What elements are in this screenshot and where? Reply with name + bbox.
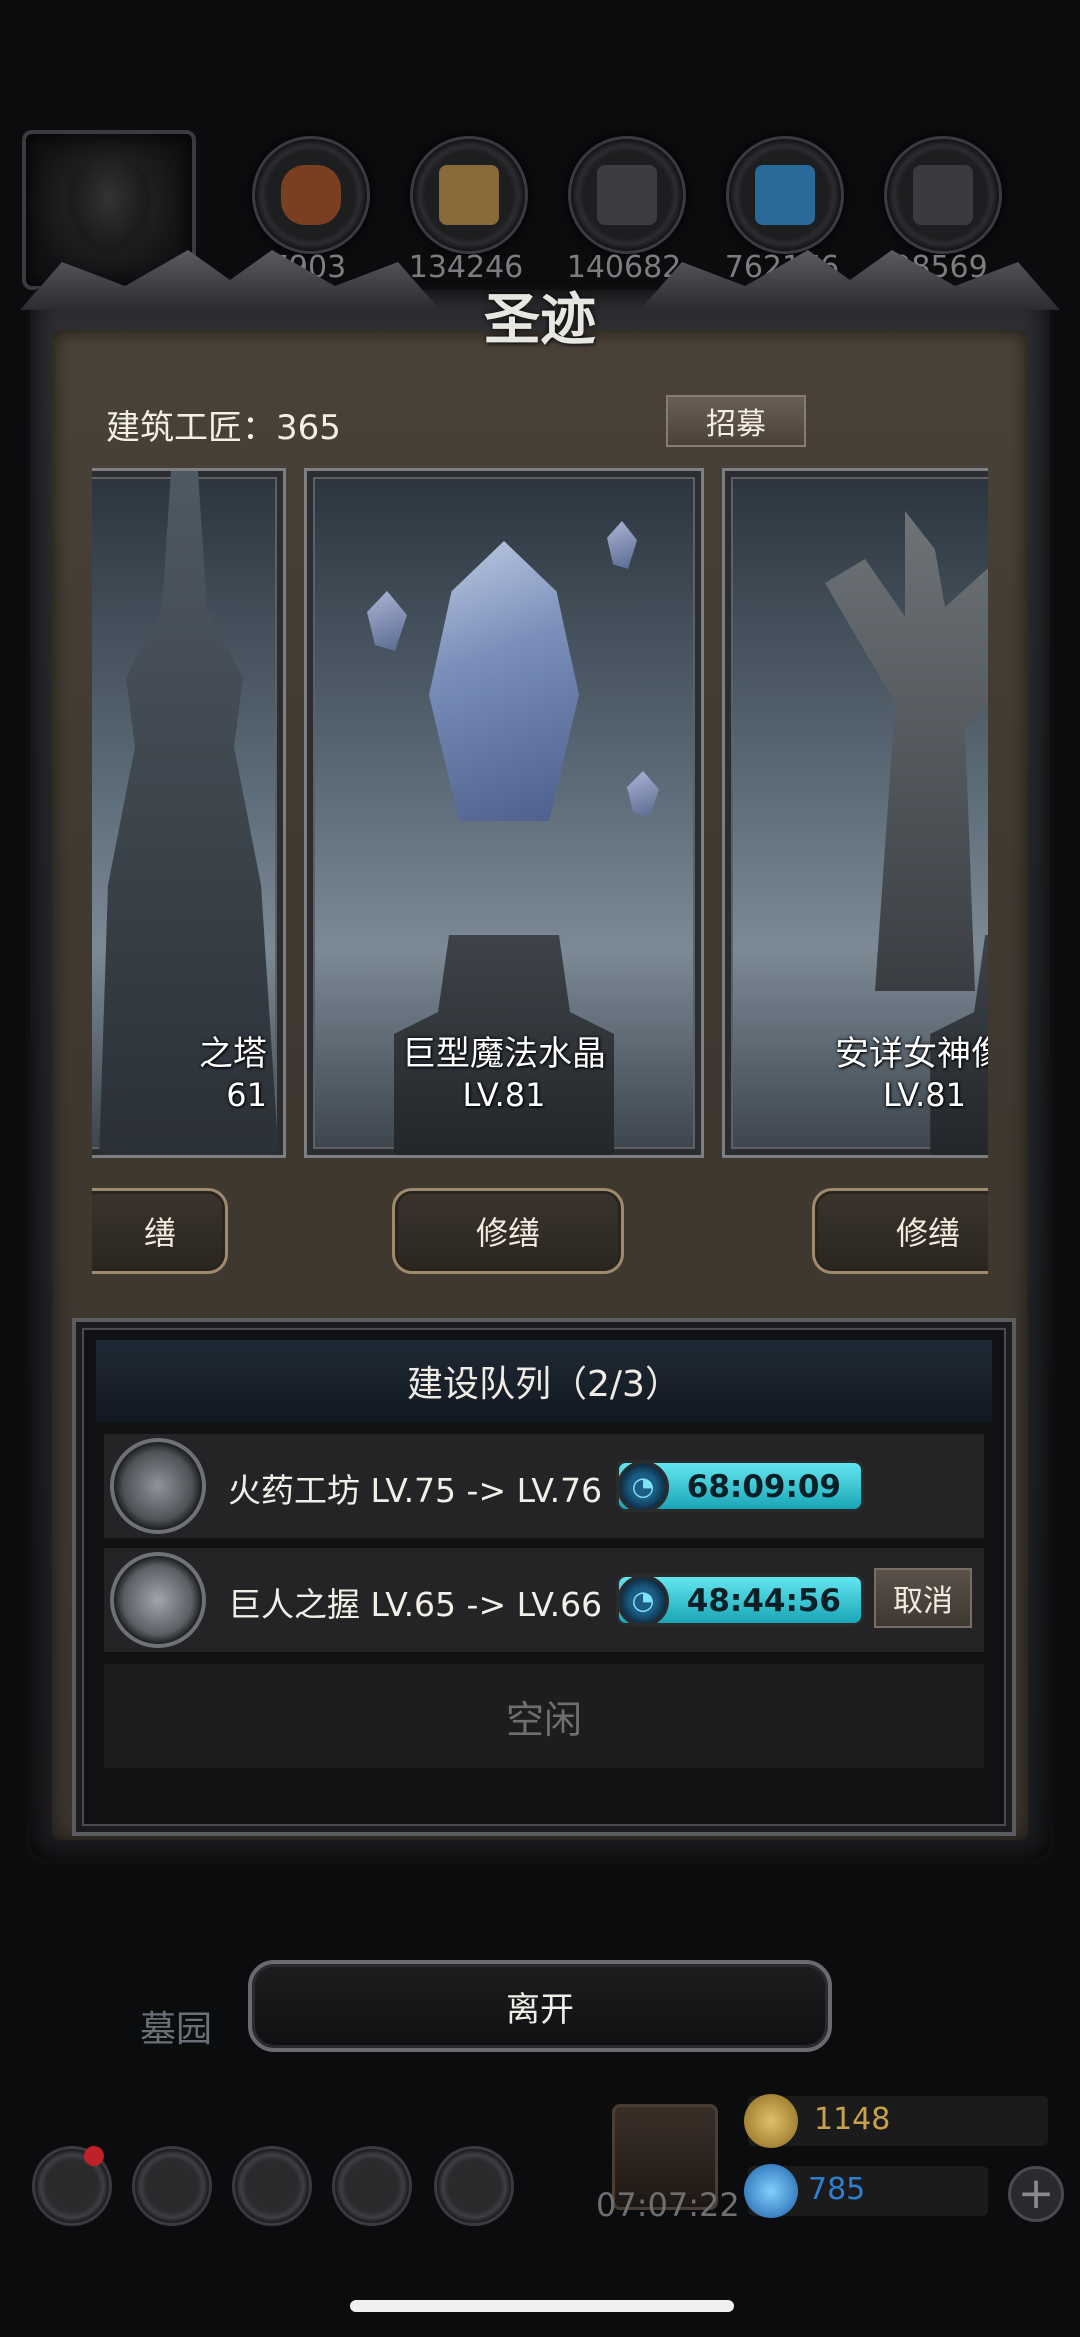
hero-shield-icon[interactable] bbox=[132, 2146, 212, 2226]
queue-item: 火药工坊 LV.75 -> LV.76 ◔ 68:09:09 bbox=[104, 1434, 984, 1538]
queue-item-text: 巨人之握 LV.65 -> LV.66 bbox=[228, 1585, 603, 1624]
cancel-button[interactable]: 取消 bbox=[874, 1568, 972, 1628]
gold-coin-icon bbox=[744, 2094, 798, 2148]
queue-timer-value: 68:09:09 bbox=[686, 1469, 841, 1505]
gift-timer: 07:07:22 bbox=[596, 2186, 740, 2224]
repair-button[interactable]: 缮 bbox=[92, 1188, 228, 1274]
resource-crystal-icon bbox=[726, 136, 844, 254]
crystal-shard-icon bbox=[627, 771, 659, 817]
crystal-shard-icon bbox=[367, 591, 407, 651]
building-name: 之塔 bbox=[199, 1034, 267, 1074]
gunpowder-workshop-icon bbox=[110, 1438, 206, 1534]
building-card[interactable]: 安详女神像 LV.81 bbox=[722, 468, 988, 1158]
building-name: 巨型魔法水晶 bbox=[402, 1034, 606, 1074]
queue-timer: ◔ 48:44:56 bbox=[616, 1574, 864, 1626]
repair-button[interactable]: 修缮 bbox=[392, 1188, 624, 1274]
add-currency-button[interactable]: + bbox=[1008, 2166, 1064, 2222]
building-carousel[interactable]: 之塔 61 缮 巨型魔法水晶 LV.81 修缮 安详女神像 LV.81 修缮 bbox=[92, 468, 988, 1288]
queue-idle-slot: 空闲 bbox=[104, 1664, 984, 1768]
magic-crystal-art bbox=[429, 541, 579, 821]
building-card[interactable]: 巨型魔法水晶 LV.81 bbox=[304, 468, 704, 1158]
giant-grip-icon bbox=[110, 1552, 206, 1648]
gold-amount: 1148 bbox=[814, 2102, 891, 2137]
home-indicator[interactable] bbox=[350, 2300, 734, 2312]
resource-iron-icon bbox=[884, 136, 1002, 254]
builders-count: 建筑工匠：365 bbox=[106, 408, 341, 448]
gem-amount: 785 bbox=[808, 2172, 866, 2207]
queue-item: 巨人之握 LV.65 -> LV.66 ◔ 48:44:56 取消 bbox=[104, 1548, 984, 1652]
clock-icon: ◔ bbox=[619, 1463, 669, 1509]
queue-timer-value: 48:44:56 bbox=[686, 1583, 841, 1619]
repair-button[interactable]: 修缮 bbox=[812, 1188, 988, 1274]
queue-title: 建设队列（2/3） bbox=[96, 1340, 992, 1422]
gem-icon bbox=[744, 2164, 798, 2218]
cemetery-label: 墓园 bbox=[140, 2009, 213, 2050]
building-name: 安详女神像 bbox=[835, 1034, 988, 1074]
building-card[interactable]: 之塔 61 bbox=[92, 468, 286, 1158]
notification-dot bbox=[84, 2146, 104, 2166]
building-level: LV.81 bbox=[883, 1076, 966, 1114]
angel-statue-art bbox=[825, 511, 988, 991]
clock-icon: ◔ bbox=[619, 1577, 669, 1623]
resource-meat-icon bbox=[252, 136, 370, 254]
tasks-icon[interactable] bbox=[434, 2146, 514, 2226]
leave-button[interactable]: 离开 bbox=[248, 1960, 832, 2052]
crystal-shard-icon bbox=[607, 521, 637, 569]
building-level: 61 bbox=[226, 1076, 267, 1114]
resource-wood-icon bbox=[410, 136, 528, 254]
cards-icon[interactable] bbox=[232, 2146, 312, 2226]
recruit-button[interactable]: 招募 bbox=[666, 395, 806, 447]
mail-icon[interactable] bbox=[332, 2146, 412, 2226]
queue-timer: ◔ 68:09:09 bbox=[616, 1460, 864, 1512]
resource-stone-icon bbox=[568, 136, 686, 254]
panel-title: 圣迹 bbox=[484, 286, 596, 353]
building-level: LV.81 bbox=[462, 1076, 546, 1114]
queue-item-text: 火药工坊 LV.75 -> LV.76 bbox=[228, 1471, 603, 1510]
monster-face-icon bbox=[64, 158, 154, 258]
